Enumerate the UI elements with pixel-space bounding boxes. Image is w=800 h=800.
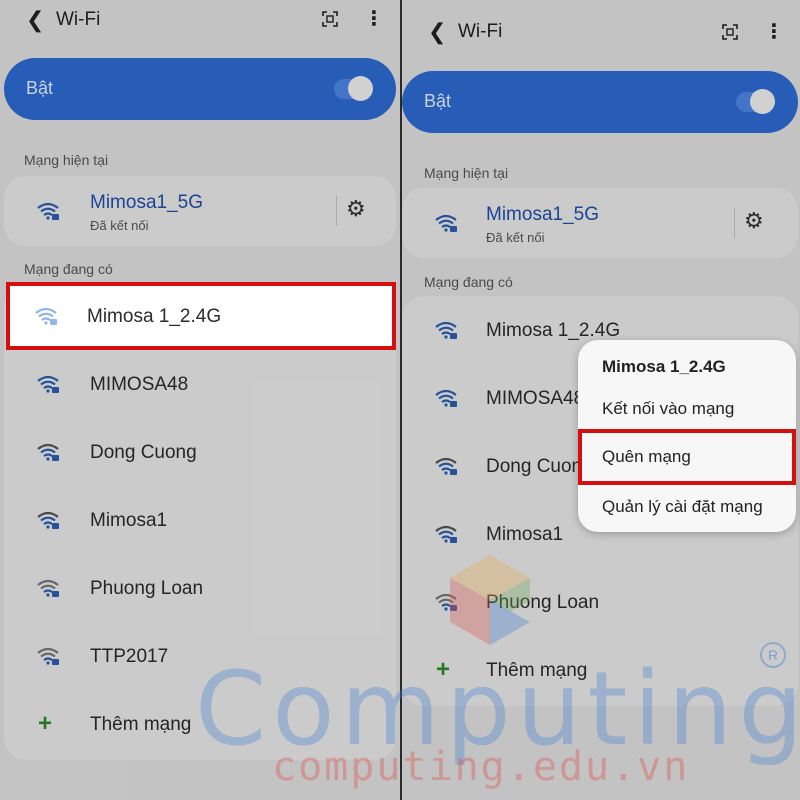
current-network-status: Đã kết nối (486, 230, 545, 245)
wifi-toggle-bar[interactable]: Bật (4, 58, 396, 120)
current-network-heading: Mạng hiện tại (24, 152, 109, 168)
available-networks-heading: Mạng đang có (424, 274, 513, 290)
wifi-lock-icon (37, 375, 59, 393)
connect-network-option[interactable]: Kết nối vào mạng (602, 399, 734, 419)
available-networks-heading: Mạng đang có (24, 261, 113, 277)
context-menu-title: Mimosa 1_2.4G (602, 357, 726, 376)
network-name: Mimosa 1_2.4G (87, 306, 222, 327)
page-title: Wi-Fi (458, 21, 503, 42)
network-row[interactable]: Mimosa1 (4, 486, 396, 554)
forget-network-label: Quên mạng (602, 447, 691, 466)
wifi-lock-icon (35, 307, 57, 325)
wifi-toggle-switch[interactable] (736, 89, 775, 114)
wifi-lock-icon (435, 457, 457, 475)
more-options-icon[interactable]: ⋮ (364, 6, 384, 31)
wifi-toggle-switch[interactable] (334, 76, 373, 101)
top-bar: ❮ Wi-Fi ⋮ (402, 12, 800, 52)
wifi-lock-icon (37, 647, 59, 665)
back-arrow-icon[interactable]: ❮ (26, 7, 44, 33)
back-arrow-icon[interactable]: ❮ (428, 19, 446, 45)
network-name: Mimosa 1_2.4G (486, 320, 621, 341)
current-network-status: Đã kết nối (90, 218, 149, 233)
current-network-heading: Mạng hiện tại (424, 165, 509, 181)
toggle-knob (750, 89, 775, 114)
wifi-lock-icon (435, 389, 457, 407)
registered-mark: R (760, 642, 786, 668)
wifi-lock-icon (435, 214, 457, 232)
qr-scan-icon[interactable] (322, 11, 338, 27)
network-name: Mimosa1 (90, 510, 168, 531)
network-name: Phuong Loan (90, 578, 204, 599)
manage-network-settings-option[interactable]: Quản lý cài đặt mạng (602, 497, 763, 517)
network-name: MIMOSA48 (486, 388, 585, 409)
watermark-logo (450, 555, 530, 645)
divider (336, 196, 337, 226)
add-network-label: Thêm mạng (90, 714, 192, 735)
current-network-name: Mimosa1_5G (486, 204, 599, 225)
current-network-card[interactable]: Mimosa1_5G Đã kết nối ⚙ (4, 176, 396, 246)
watermark-url: computing.edu.vn (272, 744, 690, 790)
network-name: Mimosa1 (486, 524, 564, 545)
wifi-lock-icon (37, 443, 59, 461)
network-name: TTP2017 (90, 646, 169, 667)
top-bar: ❮ Wi-Fi ⋮ (0, 0, 400, 40)
network-row[interactable]: Phuong Loan (4, 554, 396, 622)
highlighted-network-row[interactable]: Mimosa 1_2.4G (6, 282, 396, 350)
network-name: MIMOSA48 (90, 374, 189, 395)
wifi-lock-icon (37, 202, 59, 220)
wifi-on-label: Bật (26, 78, 54, 98)
gear-icon[interactable]: ⚙ (346, 196, 366, 222)
plus-icon: + (38, 710, 53, 737)
wifi-lock-icon (435, 525, 457, 543)
forget-network-option[interactable]: Quên mạng (578, 429, 796, 485)
network-row[interactable]: Dong Cuong (4, 418, 396, 486)
wifi-lock-icon (435, 321, 457, 339)
wifi-lock-icon (37, 579, 59, 597)
toggle-knob (348, 76, 373, 101)
wifi-toggle-bar[interactable]: Bật (402, 71, 798, 133)
qr-scan-icon[interactable] (722, 24, 738, 40)
network-row[interactable]: MIMOSA48 (4, 350, 396, 418)
current-network-card[interactable]: Mimosa1_5G Đã kết nối ⚙ (402, 188, 798, 258)
more-options-icon[interactable]: ⋮ (764, 19, 784, 44)
network-name: Dong Cuong (90, 442, 197, 463)
page-title: Wi-Fi (56, 9, 101, 30)
wifi-lock-icon (37, 511, 59, 529)
gear-icon[interactable]: ⚙ (744, 208, 764, 234)
network-name: Dong Cuon (486, 456, 583, 477)
wifi-on-label: Bật (424, 91, 452, 111)
divider (734, 208, 735, 238)
current-network-name: Mimosa1_5G (90, 192, 203, 213)
